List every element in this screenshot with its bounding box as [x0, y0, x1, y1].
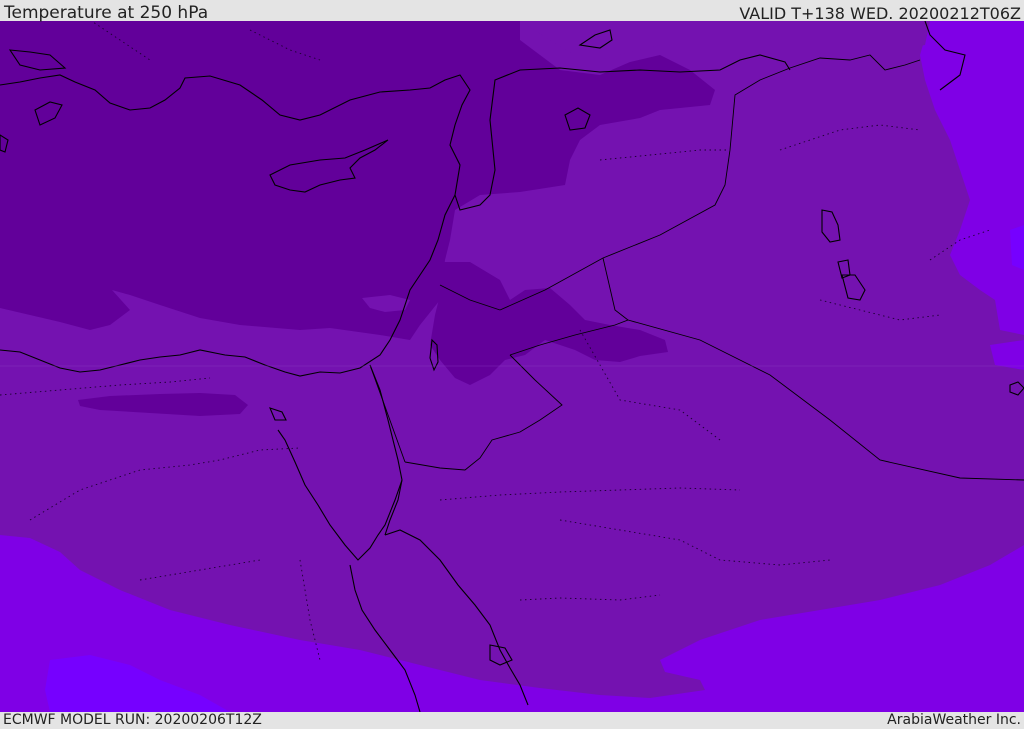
valid-time: VALID T+138 WED. 20200212T06Z: [739, 4, 1021, 23]
model-run-label: ECMWF MODEL RUN: 20200206T12Z: [3, 712, 262, 728]
weather-map[interactable]: [0, 21, 1024, 712]
temperature-field-warmest-east: [1010, 225, 1024, 270]
credit-label: ArabiaWeather Inc.: [887, 712, 1021, 728]
header-bar: Temperature at 250 hPa VALID T+138 WED. …: [0, 0, 1024, 23]
footer-bar: ECMWF MODEL RUN: 20200206T12Z ArabiaWeat…: [0, 712, 1024, 729]
map-title: Temperature at 250 hPa: [4, 3, 209, 23]
